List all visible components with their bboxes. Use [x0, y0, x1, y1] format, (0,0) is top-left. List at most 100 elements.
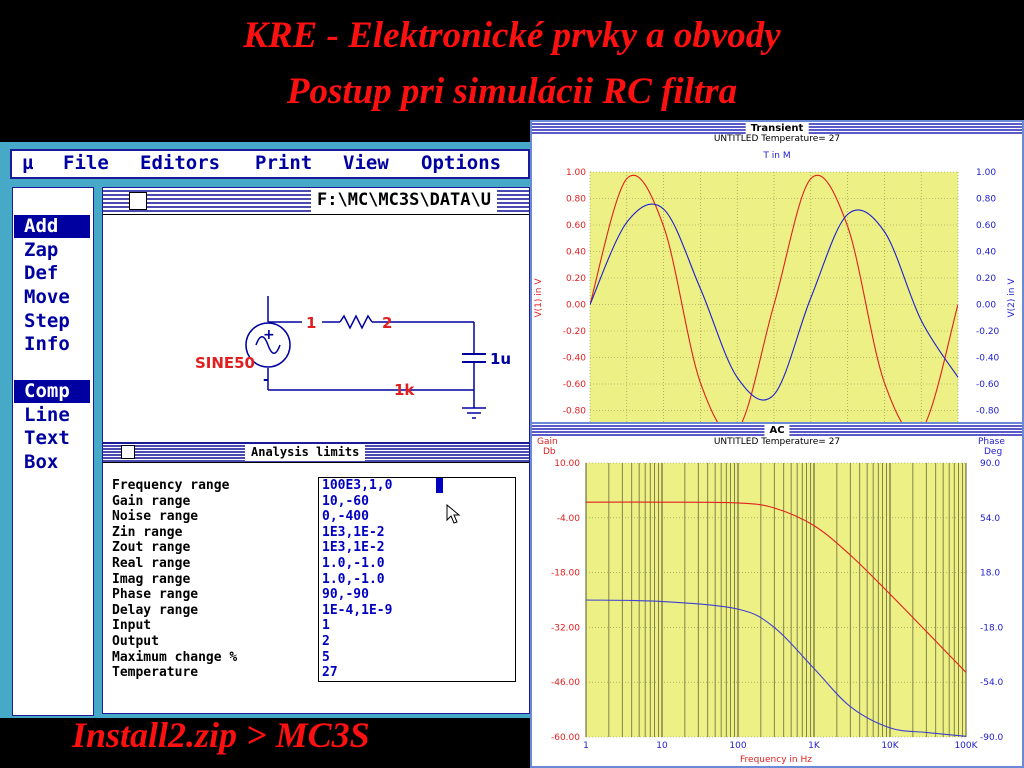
transient-ytick-right: 0.80	[976, 195, 996, 205]
tool-step[interactable]: Step	[14, 310, 90, 333]
menu-options[interactable]: Options	[421, 150, 501, 176]
schematic-path: F:\MC\MC3S\DATA\U	[311, 188, 497, 213]
minus-sign: -	[263, 372, 269, 388]
tool-def[interactable]: Def	[14, 262, 90, 285]
slide-title-line1: KRE - Elektronické prvky a obvody	[243, 15, 781, 56]
analysis-value-field[interactable]: 1E3,1E-2	[322, 525, 385, 541]
ac-xtick: 100K	[954, 741, 978, 751]
transient-ytick-right: -0.40	[976, 354, 1000, 364]
transient-ytick-left: 0.00	[566, 301, 586, 311]
ac-header: UNTITLED Temperature= 27	[713, 437, 841, 447]
analysis-label: Input	[112, 618, 152, 634]
analysis-value-field[interactable]: 0,-400	[322, 509, 369, 525]
ac-ytick-left: -18.00	[551, 569, 580, 579]
resistor-icon	[339, 314, 373, 330]
transient-ytick-left: 0.40	[566, 248, 586, 258]
analysis-value-field[interactable]: 90,-90	[322, 587, 369, 603]
analysis-label: Zin range	[112, 524, 183, 540]
tool-add[interactable]: Add	[14, 215, 90, 238]
ac-plot[interactable]: 10.00 -4.00 -18.00 -32.00 -46.00 -60.00 90.0 54…	[530, 456, 1024, 768]
ac-xtick: 10	[656, 741, 668, 751]
analysis-value-field[interactable]: 1	[322, 618, 330, 634]
analysis-value-field[interactable]: 5	[322, 650, 330, 666]
analysis-label: Phase range	[112, 587, 199, 603]
ac-titlebar[interactable]: AC	[532, 424, 1022, 437]
transient-ylabel-left: V(1) in V	[534, 278, 544, 318]
ac-ytick-right: 18.0	[980, 569, 1000, 579]
analysis-value-field[interactable]: 1.0,-1.0	[322, 556, 385, 572]
transient-ytick-left: -0.20	[563, 327, 587, 337]
tool-text[interactable]: Text	[14, 427, 90, 450]
ac-xtick: 10K	[881, 741, 899, 751]
ac-ytick-right: -18.0	[980, 623, 1004, 633]
analysis-label: Real range	[112, 556, 191, 571]
analysis-label: Maximum change %	[112, 649, 238, 665]
analysis-label: Gain range	[112, 493, 191, 509]
ac-xtick: 1K	[808, 741, 821, 751]
ac-xtick: 100	[729, 741, 746, 751]
schematic-canvas[interactable]: SINE50 + - 1 2 1u 1k	[102, 214, 530, 443]
ac-left-title-1: Gain	[537, 437, 558, 447]
tool-info[interactable]: Info	[14, 333, 90, 356]
resistor-value: 1k	[394, 381, 415, 399]
transient-ytick-right: 0.40	[976, 248, 996, 258]
transient-ytick-left: -0.40	[563, 354, 587, 364]
analysis-close-icon[interactable]	[121, 445, 135, 459]
transient-ytick-left: -0.60	[563, 380, 587, 390]
analysis-label: Imag range	[112, 571, 191, 587]
tool-zap[interactable]: Zap	[14, 239, 90, 262]
transient-header: UNTITLED Temperature= 27	[713, 134, 841, 144]
analysis-label: Output	[112, 634, 159, 649]
analysis-value-field[interactable]: 2	[322, 634, 330, 650]
node1-label: 1	[306, 314, 316, 332]
menu-file[interactable]: File	[63, 150, 109, 176]
source-label: SINE50	[195, 354, 255, 372]
footer-text: Install2.zip > MC3S	[72, 715, 370, 755]
ac-ytick-right: 90.0	[980, 459, 1000, 469]
analysis-value-field[interactable]: 100E3,1,0	[322, 478, 392, 494]
menu-editors[interactable]: Editors	[140, 150, 220, 176]
analysis-titlebar[interactable]: Analysis limits	[103, 444, 529, 463]
ac-ytick-left: -32.00	[551, 623, 580, 633]
transient-ytick-right: 0.00	[976, 301, 996, 311]
analysis-value-field[interactable]: 1E-4,1E-9	[322, 603, 392, 619]
transient-plot[interactable]: 1.00 1.00 0.80 0.80 0.60 0.60 0.40 0.40 0.20 0.20…	[530, 160, 1024, 424]
ac-ytick-left: 10.00	[554, 459, 580, 469]
ac-xtick: 1	[583, 741, 589, 751]
analysis-value-field[interactable]: 1.0,-1.0	[322, 572, 385, 588]
tool-comp[interactable]: Comp	[14, 380, 90, 403]
analysis-label: Temperature	[112, 665, 199, 681]
menu-mu[interactable]: µ	[22, 150, 33, 176]
tool-box[interactable]: Box	[14, 451, 90, 474]
tool-move[interactable]: Move	[14, 286, 90, 309]
node2-label: 2	[382, 314, 392, 332]
transient-ytick-left: 1.00	[566, 168, 586, 178]
ac-ytick-right: 54.0	[980, 514, 1000, 524]
transient-ytick-right: -0.20	[976, 327, 1000, 337]
analysis-value-field[interactable]: 27	[322, 665, 338, 681]
menu-view[interactable]: View	[343, 150, 389, 176]
ac-ytick-right: -90.0	[980, 733, 1004, 743]
slide-title-line2: Postup pri simulácii RC filtra	[286, 71, 738, 112]
ac-ytick-left: -60.00	[551, 733, 580, 743]
transient-ytick-left: 0.20	[566, 274, 586, 284]
schematic-titlebar[interactable]: F:\MC\MC3S\DATA\U	[103, 188, 529, 215]
tool-line[interactable]: Line	[14, 404, 90, 427]
ac-right-title-1: Phase	[978, 437, 1005, 447]
analysis-value-field[interactable]: 1E3,1E-2	[322, 540, 385, 556]
ac-title: AC	[764, 424, 790, 437]
analysis-label: Zout range	[112, 540, 191, 556]
capacitor-value: 1u	[490, 350, 511, 368]
ac-ytick-left: -4.00	[557, 514, 581, 524]
transient-ytick-left: 0.60	[566, 221, 586, 231]
transient-ytick-right: 0.20	[976, 274, 996, 284]
menu-print[interactable]: Print	[255, 150, 312, 176]
transient-ytick-left: 0.80	[566, 195, 586, 205]
text-cursor	[436, 478, 443, 493]
close-box-icon[interactable]	[129, 192, 147, 210]
transient-ytick-right: 0.60	[976, 221, 996, 231]
ac-ytick-left: -46.00	[551, 678, 580, 688]
transient-ytick-right: 1.00	[976, 168, 996, 178]
analysis-value-field[interactable]: 10,-60	[322, 494, 369, 510]
transient-ytick-right: -0.80	[976, 407, 1000, 417]
